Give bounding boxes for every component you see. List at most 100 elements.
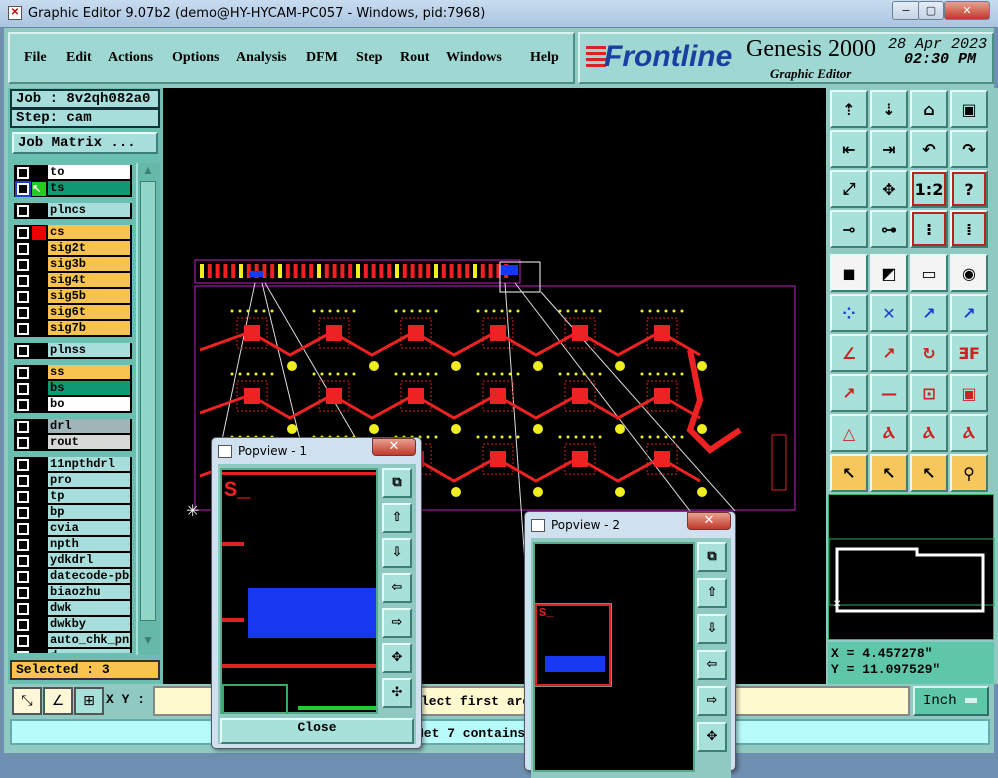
layer-name[interactable]: ts [48,181,130,196]
layer-row[interactable]: sig5b [14,289,132,305]
fit-all-icon[interactable]: ⤢ [830,170,868,208]
layer-name[interactable]: bo [48,397,130,412]
arrow-circle-icon[interactable]: ↖ [910,454,948,492]
zoom-window-icon[interactable]: ▣ [950,90,988,128]
menu-dfm[interactable]: DFM [306,50,338,66]
zoom-in-icon[interactable]: ✥ [697,722,727,752]
menu-analysis[interactable]: Analysis [236,50,287,66]
layer-checkbox[interactable] [17,259,29,271]
zoom-diagonal-icon[interactable]: ⤡ [12,687,42,715]
layer-name[interactable]: pro [48,473,130,488]
popview-1-close-button[interactable]: Close [220,718,414,744]
menu-windows[interactable]: Windows [446,50,502,66]
layer-row[interactable]: sig2t [14,241,132,257]
layer-row[interactable]: plnss [14,343,132,359]
layer-name[interactable]: rout [48,435,130,450]
pan-left-icon[interactable]: ⇦ [382,573,412,603]
layer-row[interactable]: sig4t [14,273,132,289]
layer-row[interactable]: ydkdrl [14,553,132,569]
overview-map[interactable]: ✕ [828,494,996,640]
angle-icon[interactable]: ∠ [43,687,73,715]
layer-checkbox[interactable] [17,243,29,255]
slot-icon[interactable]: ◩ [870,254,908,292]
arrow-icon[interactable]: ↖ [830,454,868,492]
layer-name[interactable]: ydkdrl [48,553,130,568]
triangle-b-icon[interactable]: Ⲁ [870,414,908,452]
job-matrix-button[interactable]: Job Matrix ... [12,132,158,154]
pan-left-icon[interactable]: ⇤ [830,130,868,168]
layer-checkbox[interactable] [17,539,29,551]
layer-checkbox[interactable] [17,437,29,449]
layer-row[interactable]: rout [14,435,132,451]
layer-row[interactable]: npth [14,537,132,553]
layer-name[interactable]: npth [48,537,130,552]
fit-profile-icon[interactable]: ✥ [870,170,908,208]
point-select-icon[interactable]: ↗ [830,374,868,412]
layer-row[interactable]: cvia [14,521,132,537]
layer-checkbox[interactable] [17,421,29,433]
pan-down-icon[interactable]: ⇩ [697,614,727,644]
pen-blue-icon[interactable]: ↗ [870,334,908,372]
pan-left-icon[interactable]: ⇦ [697,650,727,680]
layer-checkbox[interactable] [17,307,29,319]
rotate-icon[interactable]: ↻ [910,334,948,372]
layer-checkbox[interactable] [17,275,29,287]
layer-row[interactable]: cs [14,225,132,241]
ruler-icon[interactable]: ▭ [910,254,948,292]
layer-name[interactable]: 11npthdrl [48,457,130,472]
layer-name[interactable]: auto_chk_pnl [48,633,130,648]
menu-options[interactable]: Options [172,50,219,66]
popview-1-close-icon[interactable]: ✕ [372,438,416,456]
layer-row[interactable]: sig3b [14,257,132,273]
layer-name[interactable]: sig3b [48,257,130,272]
layer-name[interactable]: to [48,165,130,180]
layer-snap-b-icon[interactable]: ⁞ [950,210,988,248]
close-button[interactable]: ✕ [944,1,990,20]
pen-red-icon[interactable]: ∠ [830,334,868,372]
menu-help[interactable]: Help [530,50,559,66]
line-select-icon[interactable]: — [870,374,908,412]
layer-checkbox[interactable] [17,555,29,567]
layer-row[interactable]: auto_chk_pnl [14,633,132,649]
layer-name[interactable]: bs [48,381,130,396]
layer-list-scrollbar[interactable]: ▲ ▼ [136,163,160,655]
maximize-button[interactable]: ▢ [918,1,944,20]
layer-checkbox[interactable] [17,167,29,179]
measure-icon[interactable]: ⊸ [830,210,868,248]
menu-file[interactable]: File [24,50,47,66]
layer-name[interactable]: sig6t [48,305,130,320]
layer-snap-a-icon[interactable]: ⁝ [910,210,948,248]
layer-row[interactable]: dwk [14,601,132,617]
move-up-icon[interactable]: ⇡ [830,90,868,128]
scroll-up-icon[interactable]: ▲ [140,163,156,179]
scroll-down-icon[interactable]: ▼ [140,633,156,649]
layer-row[interactable]: sig6t [14,305,132,321]
layer-row[interactable]: pro [14,473,132,489]
popview-1-view[interactable]: S_ [220,468,378,714]
pan-right-icon[interactable]: ⇨ [697,686,727,716]
layer-checkbox[interactable] [17,399,29,411]
layer-checkbox[interactable] [17,345,29,357]
layer-row[interactable]: sig7b [14,321,132,337]
layer-checkbox[interactable] [17,571,29,583]
pan-right-icon[interactable]: ⇨ [382,608,412,638]
layer-row[interactable]: to [14,165,132,181]
layer-checkbox[interactable] [17,383,29,395]
help-icon[interactable]: ? [950,170,988,208]
layer-name[interactable]: dwkby [48,617,130,632]
menu-rout[interactable]: Rout [400,50,430,66]
arrow-frame-icon[interactable]: ↖ [870,454,908,492]
layer-name[interactable]: sig5b [48,289,130,304]
pan-right-icon[interactable]: ⇥ [870,130,908,168]
layer-name[interactable]: dwk [48,601,130,616]
pan-up-icon[interactable]: ⇧ [382,503,412,533]
layer-row[interactable]: datecode-pbe [14,569,132,585]
layer-name[interactable]: cvia [48,521,130,536]
layer-name[interactable]: drl [48,419,130,434]
scale-icon[interactable]: ⊡ [910,374,948,412]
popview-2-close-icon[interactable]: ✕ [687,512,731,530]
mirror-ff-icon[interactable]: ƎF [950,334,988,372]
box-icon[interactable]: ▣ [950,374,988,412]
layer-checkbox[interactable] [17,507,29,519]
layer-checkbox[interactable] [17,603,29,615]
